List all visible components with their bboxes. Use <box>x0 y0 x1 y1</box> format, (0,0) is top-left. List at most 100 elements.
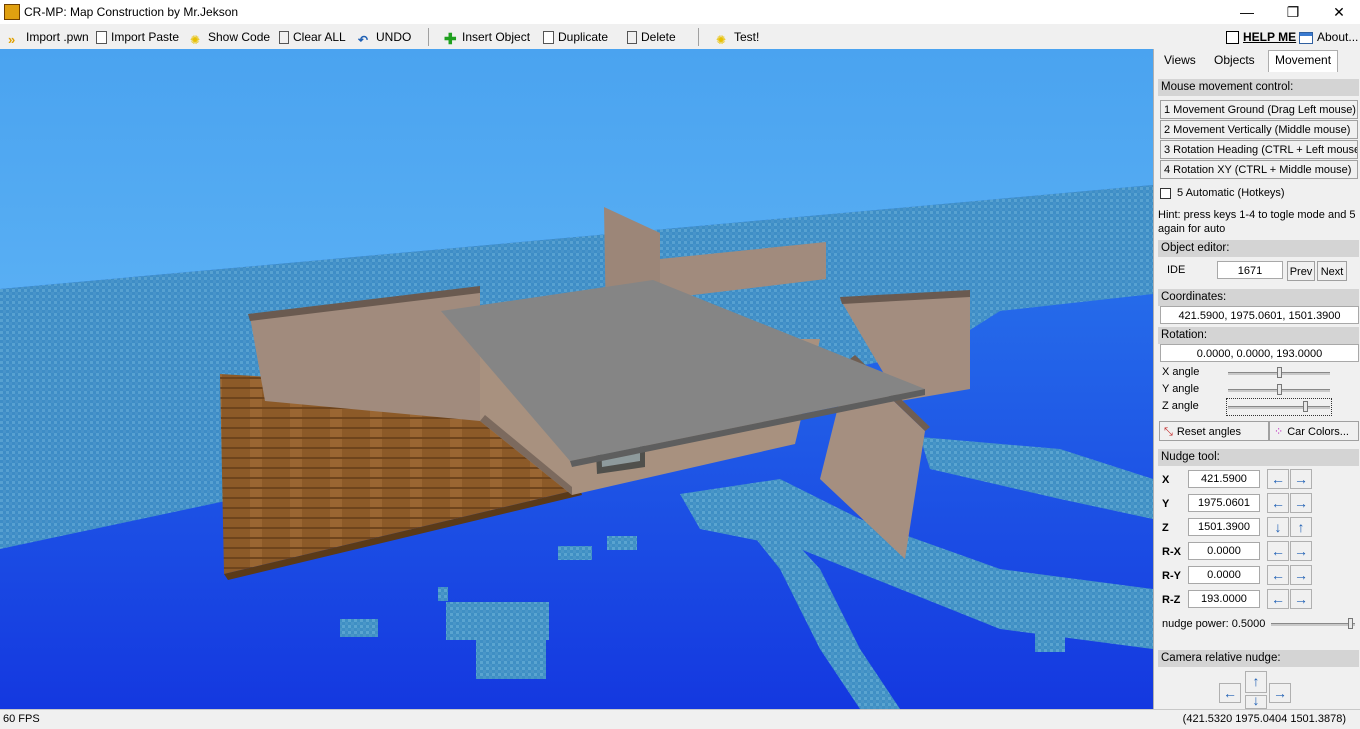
help-book-icon <box>1226 31 1239 44</box>
nudge-ry-input[interactable]: 0.0000 <box>1188 566 1260 584</box>
nudge-rx-increase-right-arrow-icon[interactable]: → <box>1290 541 1312 561</box>
help-me-button[interactable]: HELP ME <box>1226 28 1296 46</box>
reset-angles-button[interactable]: ⤡ Reset angles <box>1159 421 1269 441</box>
about-label: About... <box>1317 30 1359 44</box>
double-chevron-icon: » <box>8 32 16 47</box>
nudge-x-increase-right-arrow-icon[interactable]: → <box>1290 469 1312 489</box>
x-angle-slider[interactable] <box>1228 366 1330 380</box>
z-angle-slider[interactable] <box>1226 398 1332 416</box>
y-angle-slider[interactable] <box>1228 383 1330 397</box>
nudge-power-slider[interactable] <box>1271 617 1355 631</box>
nudge-header: Nudge tool: <box>1158 449 1359 466</box>
window-title: CR-MP: Map Construction by Mr.Jekson <box>24 5 239 19</box>
nudge-rz-decrease-left-arrow-icon[interactable]: ← <box>1267 589 1289 609</box>
restore-button[interactable]: ❐ <box>1270 0 1316 24</box>
lightbulb-icon: ✺ <box>716 33 727 47</box>
nudge-z-increase-up-arrow-icon[interactable]: ↑ <box>1290 517 1312 537</box>
toolbar-separator <box>428 28 429 46</box>
slider-thumb[interactable] <box>1277 367 1282 378</box>
delete-label: Delete <box>641 30 676 44</box>
object-editor-header: Object editor: <box>1158 240 1359 257</box>
slider-thumb[interactable] <box>1303 401 1308 412</box>
tab-movement[interactable]: Movement <box>1268 50 1339 72</box>
test-button[interactable]: ✺ Test! <box>716 28 759 47</box>
window-icon <box>1299 32 1313 44</box>
nudge-y-decrease-left-arrow-icon[interactable]: ← <box>1267 493 1289 513</box>
reset-angles-label: Reset angles <box>1176 426 1242 438</box>
clipboard-icon <box>96 31 107 44</box>
slider-thumb[interactable] <box>1277 384 1282 395</box>
nudge-x-decrease-left-arrow-icon[interactable]: ← <box>1267 469 1289 489</box>
x-angle-label: X angle <box>1162 366 1200 378</box>
y-angle-label: Y angle <box>1162 383 1200 395</box>
import-paste-label: Import Paste <box>111 30 180 44</box>
automatic-label: 5 Automatic (Hotkeys) <box>1177 187 1285 199</box>
nudge-rz-input[interactable]: 193.0000 <box>1188 590 1260 608</box>
mode-rotation-xy[interactable]: 4 Rotation XY (CTRL + Middle mouse) <box>1160 160 1358 179</box>
mouse-control-header: Mouse movement control: <box>1158 79 1359 96</box>
tab-views[interactable]: Views <box>1158 51 1202 70</box>
side-panel: Views Objects Movement Mouse movement co… <box>1153 49 1360 709</box>
camera-back-arrow-icon[interactable]: ↓ <box>1245 693 1267 709</box>
nudge-z-decrease-down-arrow-icon[interactable]: ↓ <box>1267 517 1289 537</box>
slider-track <box>1228 406 1330 409</box>
nudge-rx-decrease-left-arrow-icon[interactable]: ← <box>1267 541 1289 561</box>
nudge-ry-decrease-left-arrow-icon[interactable]: ← <box>1267 565 1289 585</box>
nudge-x-input[interactable]: 421.5900 <box>1188 470 1260 488</box>
3d-viewport[interactable] <box>0 49 1153 709</box>
status-bar: 60 FPS (421.5320 1975.0404 1501.3878) <box>0 709 1360 729</box>
hint-text: Hint: press keys 1-4 to togle mode and 5… <box>1158 209 1356 235</box>
ide-input[interactable]: 1671 <box>1217 261 1283 279</box>
slider-thumb[interactable] <box>1348 618 1353 629</box>
coordinates-field[interactable]: 421.5900, 1975.0601, 1501.3900 <box>1160 306 1359 324</box>
nudge-z-label: Z <box>1162 522 1169 534</box>
rotation-field[interactable]: 0.0000, 0.0000, 193.0000 <box>1160 344 1359 362</box>
tab-objects[interactable]: Objects <box>1208 51 1261 70</box>
rotation-header: Rotation: <box>1158 327 1359 344</box>
trash-icon <box>279 31 289 44</box>
trash-icon <box>627 31 637 44</box>
toolbar: » Import .pwn Import Paste ✺ Show Code Cle… <box>0 24 1360 50</box>
show-code-button[interactable]: ✺ Show Code <box>190 28 271 47</box>
undo-button[interactable]: ↶ UNDO <box>358 28 412 47</box>
close-button[interactable]: ✕ <box>1316 0 1360 24</box>
insert-object-button[interactable]: ✚ Insert Object <box>444 28 531 48</box>
duplicate-button[interactable]: Duplicate <box>543 28 608 46</box>
insert-object-label: Insert Object <box>462 30 531 44</box>
scene-render[interactable] <box>0 49 1153 709</box>
nudge-rx-input[interactable]: 0.0000 <box>1188 542 1260 560</box>
import-paste-button[interactable]: Import Paste <box>96 28 179 46</box>
mode-rotation-heading[interactable]: 3 Rotation Heading (CTRL + Left mouse) <box>1160 140 1358 159</box>
mode-movement-vertical[interactable]: 2 Movement Vertically (Middle mouse) <box>1160 120 1358 139</box>
nudge-ry-increase-right-arrow-icon[interactable]: → <box>1290 565 1312 585</box>
clear-all-button[interactable]: Clear ALL <box>279 28 346 46</box>
nudge-y-increase-right-arrow-icon[interactable]: → <box>1290 493 1312 513</box>
about-button[interactable]: About... <box>1299 28 1358 46</box>
undo-label: UNDO <box>376 30 412 44</box>
delete-button[interactable]: Delete <box>627 28 676 46</box>
minimize-button[interactable]: — <box>1224 0 1270 24</box>
prev-button[interactable]: Prev <box>1287 261 1315 281</box>
show-code-label: Show Code <box>208 30 271 44</box>
next-button[interactable]: Next <box>1317 261 1347 281</box>
import-pwn-label: Import .pwn <box>26 30 89 44</box>
nudge-y-input[interactable]: 1975.0601 <box>1188 494 1260 512</box>
camera-forward-arrow-icon[interactable]: ↑ <box>1245 671 1267 693</box>
reset-icon: ⤡ <box>1164 426 1173 438</box>
nudge-y-label: Y <box>1162 498 1170 510</box>
mode-movement-ground[interactable]: 1 Movement Ground (Drag Left mouse) <box>1160 100 1358 119</box>
nudge-rz-increase-right-arrow-icon[interactable]: → <box>1290 589 1312 609</box>
camera-right-arrow-icon[interactable]: → <box>1269 683 1291 703</box>
import-pwn-button[interactable]: » Import .pwn <box>8 28 89 47</box>
z-angle-label: Z angle <box>1162 400 1199 412</box>
help-me-label: HELP ME <box>1243 30 1297 44</box>
nudge-z-input[interactable]: 1501.3900 <box>1188 518 1260 536</box>
car-colors-button[interactable]: ⁘ Car Colors... <box>1269 421 1359 441</box>
camera-left-arrow-icon[interactable]: ← <box>1219 683 1241 703</box>
palette-icon: ⁘ <box>1274 426 1284 438</box>
automatic-checkbox[interactable] <box>1160 188 1171 199</box>
slider-track <box>1271 623 1355 626</box>
plus-icon: ✚ <box>444 31 457 48</box>
nudge-ry-label: R-Y <box>1162 570 1181 582</box>
nudge-rz-label: R-Z <box>1162 594 1181 606</box>
